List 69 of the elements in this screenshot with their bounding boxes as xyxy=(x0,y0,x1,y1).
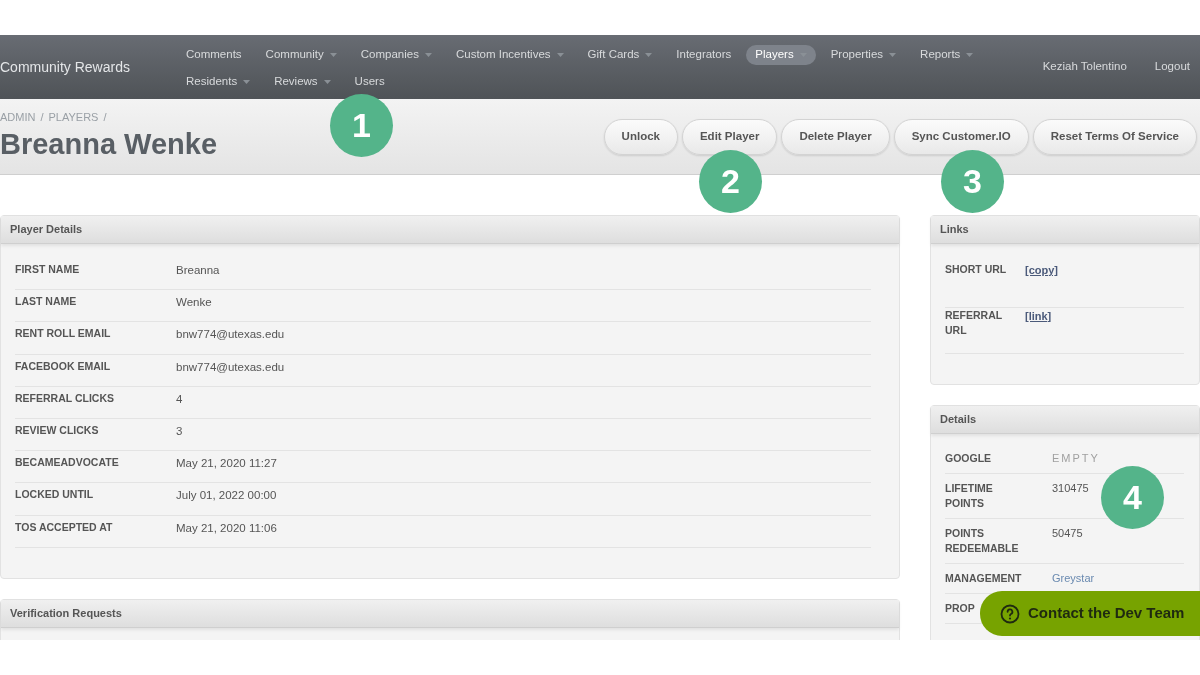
field-link[interactable]: [link] xyxy=(1025,308,1052,325)
field-label: POINTS REDEEMABLE xyxy=(945,526,1020,556)
callout-badge: 2 xyxy=(699,150,762,213)
nav-item[interactable]: Residents xyxy=(177,72,260,92)
action-button[interactable]: Unlock xyxy=(603,119,678,155)
field-label: REFERRAL CLICKS xyxy=(15,390,115,406)
logout-link[interactable]: Logout xyxy=(1154,58,1190,76)
field-label: PROP xyxy=(945,601,975,616)
nav-item[interactable]: Users xyxy=(345,72,394,92)
caret-icon xyxy=(243,80,251,84)
caret-icon xyxy=(556,53,564,57)
nav-item[interactable]: Integrators xyxy=(667,45,741,65)
field-value: Greystar xyxy=(1052,571,1095,586)
caret-icon xyxy=(645,53,653,57)
field-label: FACEBOOK EMAIL xyxy=(15,358,112,374)
action-button[interactable]: Sync Customer.IO xyxy=(893,119,1029,155)
action-button[interactable]: Delete Player xyxy=(781,119,890,155)
field-label: MANAGEMENT xyxy=(945,571,1022,586)
caret-icon xyxy=(329,53,337,57)
field-value: 4 xyxy=(176,391,183,407)
caret-icon xyxy=(424,53,432,57)
nav-item[interactable]: Companies xyxy=(351,45,441,65)
caret-icon xyxy=(323,80,331,84)
panel-title: Verification Requests xyxy=(10,605,122,621)
field-value: Breanna xyxy=(176,263,220,278)
field-label: REVIEW CLICKS xyxy=(15,422,100,438)
field-label: FIRST NAME xyxy=(15,262,81,277)
field-value: bnw774@utexas.edu xyxy=(176,327,285,343)
field-label: REFERRAL URL xyxy=(945,308,1003,338)
breadcrumb-separator: / xyxy=(40,110,44,125)
field-value: May 21, 2020 11:27 xyxy=(176,456,277,472)
panel-title: Player Details xyxy=(10,222,83,238)
nav-item[interactable]: Reports xyxy=(911,45,983,65)
panel-title: Details xyxy=(940,412,977,428)
field-label: LIFETIME POINTS xyxy=(945,481,994,511)
nav-item[interactable]: Comments xyxy=(177,45,251,65)
field-value: May 21, 2020 11:06 xyxy=(176,520,277,536)
field-label: BECAMEADVOCATE xyxy=(15,455,120,471)
field-value: Wenke xyxy=(176,295,212,311)
nav-item[interactable]: Reviews xyxy=(265,72,340,92)
page-title: Breanna Wenke xyxy=(0,129,218,159)
nav-item[interactable]: Properties xyxy=(821,45,906,65)
field-label: TOS ACCEPTED AT xyxy=(15,519,114,535)
field-label: LOCKED UNTIL xyxy=(15,487,95,503)
nav-item[interactable]: Gift Cards xyxy=(578,45,662,65)
caret-icon xyxy=(889,53,897,57)
nav-item[interactable]: Players xyxy=(746,45,816,65)
caret-icon xyxy=(966,53,974,57)
field-value: EMPTY xyxy=(1052,451,1100,466)
field-label: SHORT URL xyxy=(945,262,1007,277)
nav-item[interactable]: Community xyxy=(256,45,346,65)
contact-button[interactable]: Contact the Dev Team xyxy=(980,591,1200,636)
help-icon xyxy=(1000,603,1020,624)
field-value: 3 xyxy=(176,423,183,439)
nav-item[interactable]: Custom Incentives xyxy=(446,45,573,65)
field-label: LAST NAME xyxy=(15,294,78,310)
field-label: RENT ROLL EMAIL xyxy=(15,326,112,342)
field-value: July 01, 2022 00:00 xyxy=(176,488,277,504)
user-link[interactable]: Keziah Tolentino xyxy=(1042,58,1127,76)
field-value: bnw774@utexas.edu xyxy=(176,359,285,375)
field-value: 50475 xyxy=(1052,526,1083,541)
field-value: 310475 xyxy=(1052,481,1089,496)
breadcrumb-separator: / xyxy=(103,110,107,125)
action-button[interactable]: Reset Terms Of Service xyxy=(1032,119,1197,155)
action-button[interactable]: Edit Player xyxy=(681,119,778,155)
field-link[interactable]: [copy] xyxy=(1025,262,1058,279)
panel-title: Links xyxy=(940,222,969,238)
field-label: GOOGLE xyxy=(945,451,992,466)
brand-title[interactable]: Community Rewards xyxy=(0,56,177,78)
